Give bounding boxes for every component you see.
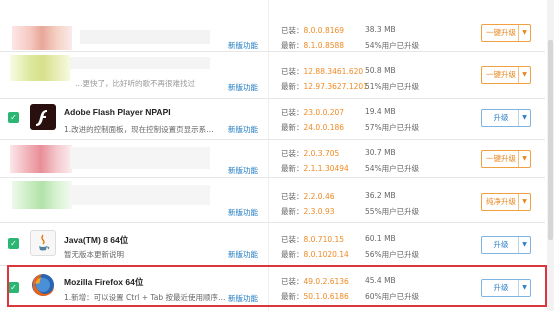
download-size: 50.8 MB bbox=[365, 66, 396, 75]
new-feature-link[interactable]: 新版功能 bbox=[228, 207, 258, 218]
java-icon bbox=[30, 230, 56, 256]
installed-version: 已装：2.0.3.705 bbox=[281, 149, 340, 158]
one-click-upgrade-button[interactable]: 一键升级 ▼ bbox=[481, 66, 531, 84]
upgrade-percent: 55%用户已升级 bbox=[365, 207, 420, 216]
clean-upgrade-button[interactable]: 纯净升级 ▼ bbox=[481, 193, 531, 211]
upgrade-percent: 56%用户已升级 bbox=[365, 250, 420, 259]
new-feature-link[interactable]: 新版功能 bbox=[228, 124, 258, 135]
software-description: …更快了，比好听的歌不再很难找过 bbox=[75, 79, 195, 88]
blurred-icon bbox=[12, 26, 72, 50]
new-feature-link[interactable]: 新版功能 bbox=[228, 40, 258, 51]
select-checkbox[interactable]: ✓ bbox=[8, 238, 19, 249]
chevron-down-icon[interactable]: ▼ bbox=[518, 25, 530, 41]
upgrade-percent: 57%用户已升级 bbox=[365, 123, 420, 132]
download-size: 36.2 MB bbox=[365, 191, 396, 200]
download-size: 38.3 MB bbox=[365, 25, 396, 34]
installed-version: 已装：8.0.0.8169 bbox=[281, 26, 345, 35]
software-row: ✓ Adobe Flash Player NPAPI 1.改进的控制面板，现在控… bbox=[0, 98, 545, 140]
latest-version: 最新：2.1.1.30494 bbox=[281, 164, 349, 173]
selection-highlight bbox=[7, 265, 547, 307]
installed-version: 已装：12.88.3461.620 bbox=[281, 67, 364, 76]
installed-version: 已装：23.0.0.207 bbox=[281, 108, 345, 117]
installed-version: 已装：2.2.0.46 bbox=[281, 192, 335, 201]
chevron-down-icon[interactable]: ▼ bbox=[518, 194, 530, 210]
software-row: ✓ Java(TM) 8 64位 暂无版本更新说明 新版功能 已装：8.0.71… bbox=[0, 222, 545, 266]
software-description: 1.改进的控制面板，现在控制设置页显示系… bbox=[64, 125, 214, 134]
upgrade-percent: 54%用户已升级 bbox=[365, 164, 420, 173]
download-size: 60.1 MB bbox=[365, 234, 396, 243]
upgrade-percent: 54%用户已升级 bbox=[365, 41, 420, 50]
chevron-down-icon[interactable]: ▼ bbox=[518, 237, 530, 253]
one-click-upgrade-button[interactable]: 一键升级 ▼ bbox=[481, 150, 531, 168]
new-feature-link[interactable]: 新版功能 bbox=[228, 249, 258, 260]
latest-version: 最新：8.0.1020.14 bbox=[281, 250, 349, 259]
software-row: …更快了，比好听的歌不再很难找过 新版功能 已装：12.88.3461.620 … bbox=[0, 51, 545, 99]
one-click-upgrade-button[interactable]: 一键升级 ▼ bbox=[481, 24, 531, 42]
upgrade-percent: 51%用户已升级 bbox=[365, 82, 420, 91]
chevron-down-icon[interactable]: ▼ bbox=[518, 110, 530, 126]
latest-version: 最新：8.1.0.8588 bbox=[281, 41, 345, 50]
installed-version: 已装：8.0.710.15 bbox=[281, 235, 345, 244]
latest-version: 最新：24.0.0.186 bbox=[281, 123, 345, 132]
software-row: 新版功能 已装：8.0.0.8169 最新：8.1.0.8588 38.3 MB… bbox=[0, 0, 545, 52]
blurred-icon bbox=[12, 181, 72, 209]
download-size: 19.4 MB bbox=[365, 107, 396, 116]
latest-version: 最新：2.3.0.93 bbox=[281, 207, 335, 216]
software-row: 新版功能 已装：2.0.3.705 最新：2.1.1.30494 30.7 MB… bbox=[0, 139, 545, 178]
blurred-name bbox=[70, 147, 210, 169]
chevron-down-icon[interactable]: ▼ bbox=[518, 151, 530, 167]
flash-icon bbox=[30, 104, 56, 130]
scrollbar[interactable] bbox=[547, 0, 554, 311]
latest-version: 最新：12.97.3627.1201 bbox=[281, 82, 368, 91]
new-feature-link[interactable]: 新版功能 bbox=[228, 82, 258, 93]
upgrade-button[interactable]: 升级 ▼ bbox=[481, 236, 531, 254]
blurred-name bbox=[70, 185, 210, 205]
blurred-icon bbox=[10, 55, 70, 81]
software-row: 新版功能 已装：2.2.0.46 最新：2.3.0.93 36.2 MB 55%… bbox=[0, 177, 545, 223]
download-size: 30.7 MB bbox=[365, 148, 396, 157]
select-checkbox[interactable]: ✓ bbox=[8, 112, 19, 123]
new-feature-link[interactable]: 新版功能 bbox=[228, 165, 258, 176]
upgrade-button[interactable]: 升级 ▼ bbox=[481, 109, 531, 127]
chevron-down-icon[interactable]: ▼ bbox=[518, 67, 530, 83]
blurred-icon bbox=[10, 145, 72, 173]
software-description: 暂无版本更新说明 bbox=[64, 250, 124, 259]
software-name: Java(TM) 8 64位 bbox=[64, 235, 129, 245]
software-name: Adobe Flash Player NPAPI bbox=[64, 107, 171, 117]
scrollbar-thumb[interactable] bbox=[548, 40, 553, 240]
blurred-name bbox=[80, 30, 210, 44]
blurred-name bbox=[70, 57, 210, 69]
